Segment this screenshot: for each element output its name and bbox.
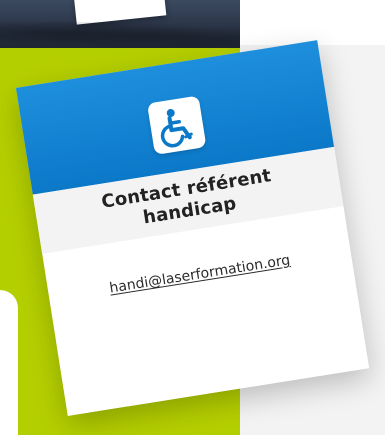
contact-card-tilted: Contact référent handicap handi@laserfor… xyxy=(15,40,370,416)
photo-shadow xyxy=(0,22,240,48)
top-photo xyxy=(0,0,240,48)
photo-white-card xyxy=(73,0,167,25)
wheelchair-icon xyxy=(160,108,193,148)
wheelchair-icon-tile xyxy=(146,95,207,155)
email-link[interactable]: handi@laserformation.org xyxy=(108,252,291,296)
white-cutout xyxy=(0,290,18,435)
contact-card: Contact référent handicap handi@laserfor… xyxy=(15,40,370,416)
